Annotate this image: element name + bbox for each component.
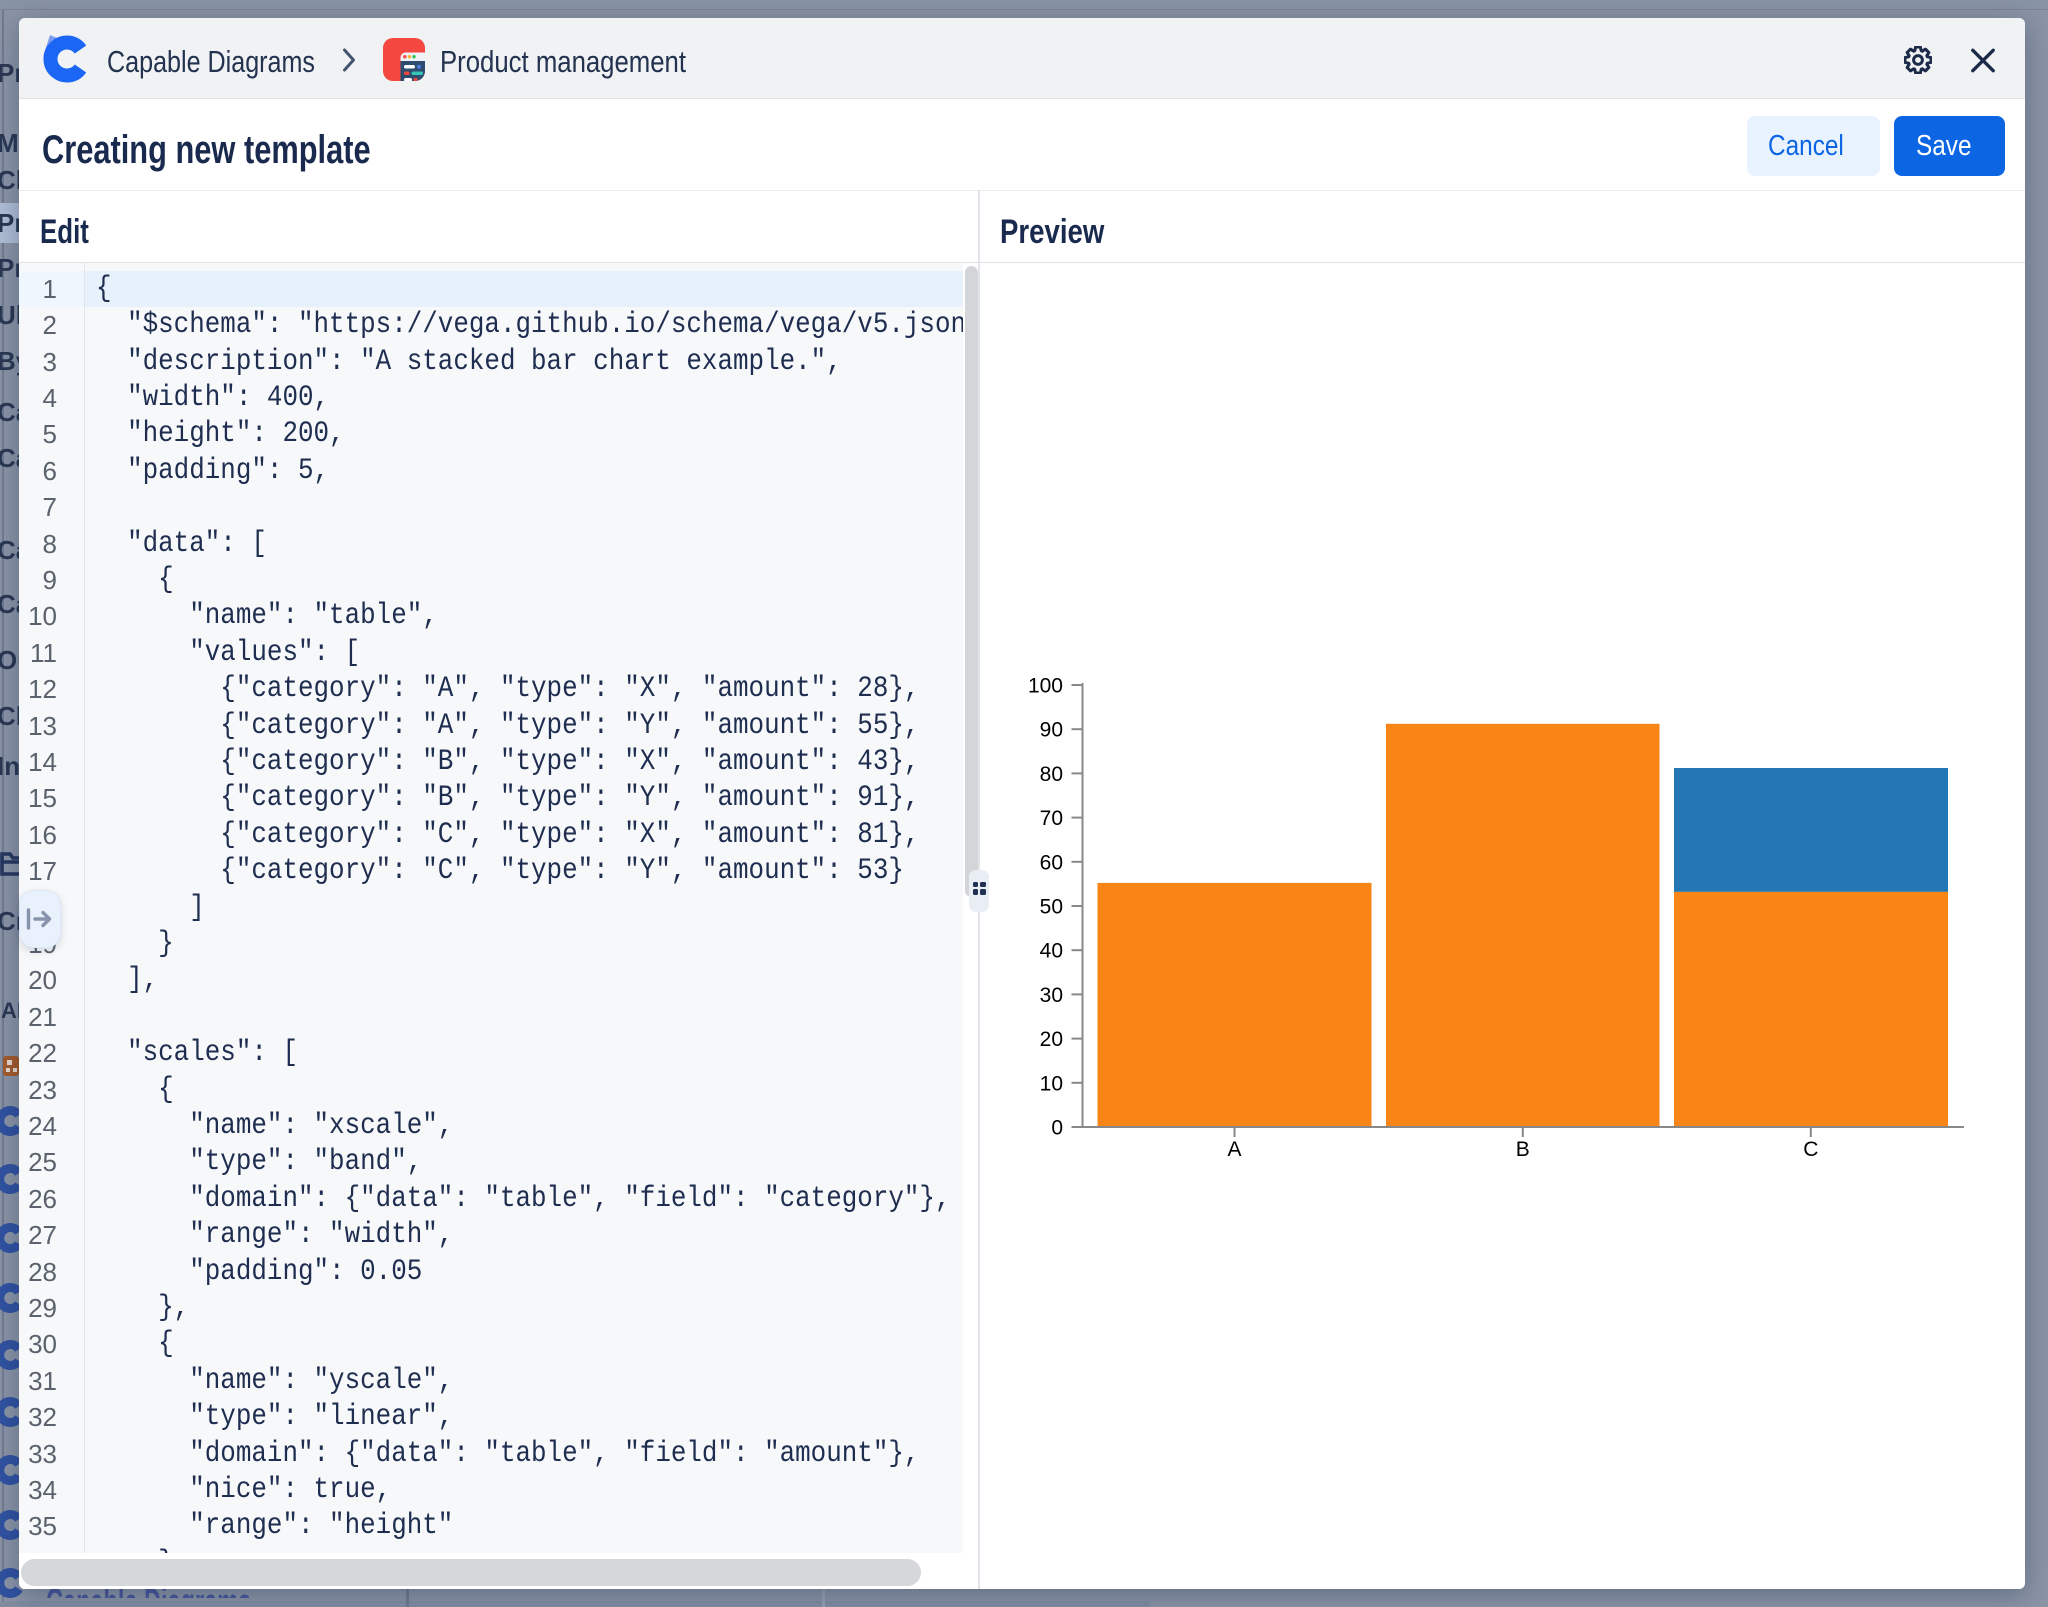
svg-text:40: 40: [1040, 940, 1063, 963]
svg-text:C: C: [1803, 1138, 1818, 1161]
svg-text:20: 20: [1040, 1028, 1063, 1051]
svg-text:B: B: [1516, 1138, 1530, 1161]
svg-text:70: 70: [1040, 807, 1063, 830]
svg-text:30: 30: [1040, 984, 1063, 1007]
svg-text:90: 90: [1040, 719, 1063, 742]
svg-text:A: A: [1227, 1138, 1241, 1161]
svg-text:80: 80: [1040, 763, 1063, 786]
svg-text:60: 60: [1040, 851, 1063, 874]
svg-text:50: 50: [1040, 896, 1063, 919]
svg-text:0: 0: [1051, 1117, 1063, 1140]
svg-text:10: 10: [1040, 1072, 1063, 1095]
svg-text:100: 100: [1028, 675, 1063, 698]
